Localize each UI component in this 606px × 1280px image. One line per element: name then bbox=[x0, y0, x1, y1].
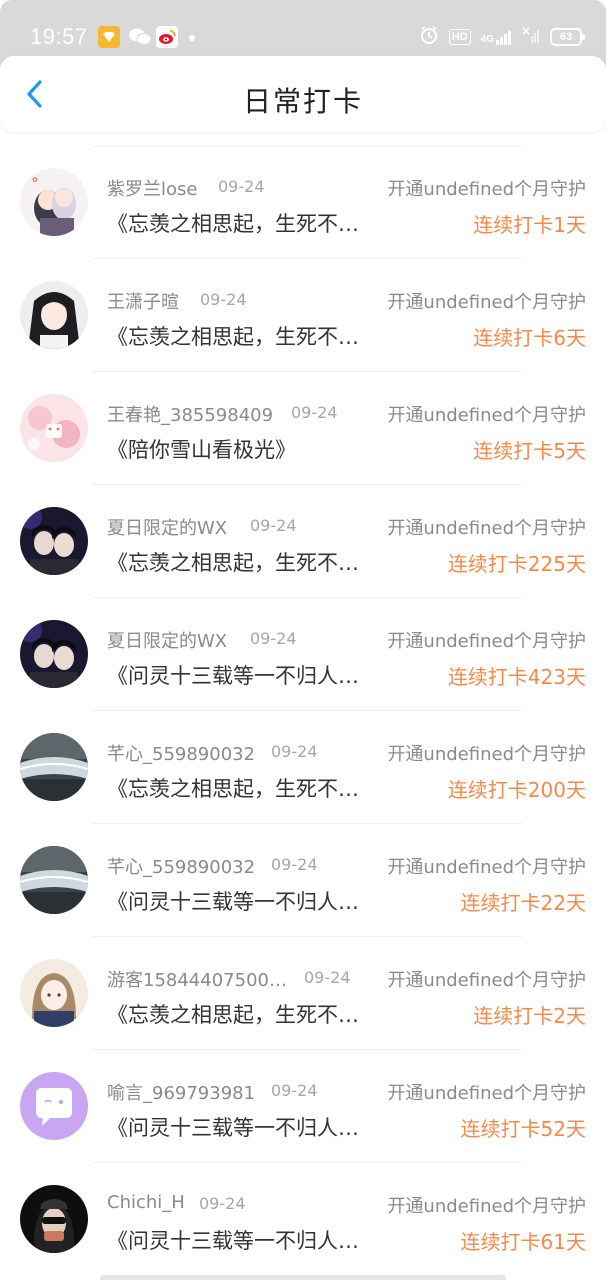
user-avatar[interactable] bbox=[20, 281, 88, 349]
signal-2-icon bbox=[522, 27, 540, 47]
post-title: 《问灵十三载等一不归人… bbox=[107, 890, 359, 914]
alarm-icon bbox=[419, 25, 439, 49]
user-avatar[interactable] bbox=[20, 1185, 88, 1253]
post-title: 《忘羡之相思起，生死不… bbox=[107, 777, 359, 801]
list-item[interactable]: 游客15844407500… 09-24 开通undefined个月守护 《忘羡… bbox=[0, 937, 606, 1050]
app-notification-icon bbox=[98, 26, 120, 48]
signal-icon: 4G bbox=[481, 29, 512, 45]
guard-text: 开通undefined个月守护 bbox=[387, 405, 586, 426]
list-item[interactable]: 王春艳_385598409 09-24 开通undefined个月守护 《陪你雪… bbox=[0, 372, 606, 485]
user-avatar[interactable] bbox=[20, 1072, 88, 1140]
checkin-date: 09-24 bbox=[250, 629, 297, 648]
wechat-icon bbox=[128, 26, 152, 48]
streak-text: 连续打卡52天 bbox=[460, 1117, 586, 1141]
user-name: 喻言_969793981 bbox=[107, 1083, 256, 1104]
post-title: 《问灵十三载等一不归人… bbox=[107, 1116, 359, 1140]
status-time: 19:57 bbox=[30, 24, 88, 49]
hd-voice-icon: HD bbox=[448, 29, 471, 45]
user-name: 紫罗兰lose bbox=[107, 179, 198, 200]
guard-text: 开通undefined个月守护 bbox=[387, 179, 586, 200]
post-title: 《忘羡之相思起，生死不… bbox=[107, 212, 359, 236]
post-title: 《忘羡之相思起，生死不… bbox=[107, 325, 359, 349]
svg-text:✿: ✿ bbox=[32, 176, 38, 184]
user-name: 王潇子暄 bbox=[107, 292, 179, 313]
battery-icon: 63 bbox=[550, 28, 585, 46]
user-name: 夏日限定的WX bbox=[107, 518, 228, 539]
list-item[interactable]: 喻言_969793981 09-24 开通undefined个月守护 《问灵十三… bbox=[0, 1050, 606, 1163]
user-avatar[interactable] bbox=[20, 733, 88, 801]
checkin-date: 09-24 bbox=[271, 742, 318, 761]
streak-text: 连续打卡200天 bbox=[447, 778, 586, 802]
streak-text: 连续打卡6天 bbox=[473, 326, 586, 350]
guard-text: 开通undefined个月守护 bbox=[387, 1196, 586, 1217]
checkin-date: 09-24 bbox=[199, 1194, 246, 1213]
user-name: 芊心_559890032 bbox=[107, 857, 256, 878]
header-bar: 日常打卡 bbox=[0, 56, 606, 132]
user-avatar[interactable] bbox=[20, 620, 88, 688]
checkin-date: 09-24 bbox=[304, 968, 351, 987]
user-name: 游客15844407500… bbox=[107, 970, 287, 991]
streak-text: 连续打卡423天 bbox=[447, 665, 586, 689]
user-avatar[interactable] bbox=[20, 846, 88, 914]
streak-text: 连续打卡5天 bbox=[473, 439, 586, 463]
list-item[interactable]: 王潇子暄 09-24 开通undefined个月守护 《忘羡之相思起，生死不… … bbox=[0, 259, 606, 372]
checkin-date: 09-24 bbox=[271, 1081, 318, 1100]
user-avatar[interactable] bbox=[20, 394, 88, 462]
scroll-indicator bbox=[100, 1275, 506, 1280]
user-name: 夏日限定的WX bbox=[107, 631, 228, 652]
list-item[interactable]: 芊心_559890032 09-24 开通undefined个月守护 《忘羡之相… bbox=[0, 711, 606, 824]
list-item[interactable]: 夏日限定的WX 09-24 开通undefined个月守护 《忘羡之相思起，生死… bbox=[0, 485, 606, 598]
weibo-icon bbox=[156, 26, 178, 48]
network-type-label: 4G bbox=[480, 34, 494, 45]
list-item[interactable]: 夏日限定的WX 09-24 开通undefined个月守护 《问灵十三载等一不归… bbox=[0, 598, 606, 711]
guard-text: 开通undefined个月守护 bbox=[387, 970, 586, 991]
user-name: Chichi_H bbox=[107, 1192, 185, 1213]
guard-text: 开通undefined个月守护 bbox=[387, 857, 586, 878]
streak-text: 连续打卡1天 bbox=[473, 213, 586, 237]
post-title: 《问灵十三载等一不归人… bbox=[107, 664, 359, 688]
streak-text: 连续打卡2天 bbox=[473, 1004, 586, 1028]
list-item[interactable]: Chichi_H 09-24 开通undefined个月守护 《问灵十三载等一不… bbox=[0, 1163, 606, 1276]
guard-text: 开通undefined个月守护 bbox=[387, 518, 586, 539]
streak-text: 连续打卡61天 bbox=[460, 1230, 586, 1254]
checkin-date: 09-24 bbox=[250, 516, 297, 535]
user-name: 芊心_559890032 bbox=[107, 744, 256, 765]
guard-text: 开通undefined个月守护 bbox=[387, 1083, 586, 1104]
list-item[interactable]: 芊心_559890032 09-24 开通undefined个月守护 《问灵十三… bbox=[0, 824, 606, 937]
checkin-date: 09-24 bbox=[218, 177, 265, 196]
user-avatar[interactable] bbox=[20, 507, 88, 575]
page-title: 日常打卡 bbox=[242, 85, 363, 118]
post-title: 《忘羡之相思起，生死不… bbox=[107, 1003, 359, 1027]
more-notifications-dot bbox=[189, 35, 195, 41]
user-avatar[interactable] bbox=[20, 959, 88, 1027]
guard-text: 开通undefined个月守护 bbox=[387, 631, 586, 652]
guard-text: 开通undefined个月守护 bbox=[387, 292, 586, 313]
post-title: 《陪你雪山看极光》 bbox=[107, 438, 296, 462]
streak-text: 连续打卡225天 bbox=[447, 552, 586, 576]
user-avatar[interactable]: ✿ bbox=[20, 168, 88, 236]
checkin-date: 09-24 bbox=[271, 855, 318, 874]
checkin-date: 09-24 bbox=[291, 403, 338, 422]
user-name: 王春艳_385598409 bbox=[107, 405, 274, 426]
checkin-date: 09-24 bbox=[200, 290, 247, 309]
status-indicators: HD 4G 63 bbox=[419, 25, 585, 49]
guard-text: 开通undefined个月守护 bbox=[387, 744, 586, 765]
post-title: 《忘羡之相思起，生死不… bbox=[107, 551, 359, 575]
list-item[interactable]: ✿ 紫罗兰lose 09-24 开通undefined个月守护 《忘羡之相思起，… bbox=[0, 146, 606, 259]
streak-text: 连续打卡22天 bbox=[460, 891, 586, 915]
post-title: 《问灵十三载等一不归人… bbox=[107, 1229, 359, 1253]
